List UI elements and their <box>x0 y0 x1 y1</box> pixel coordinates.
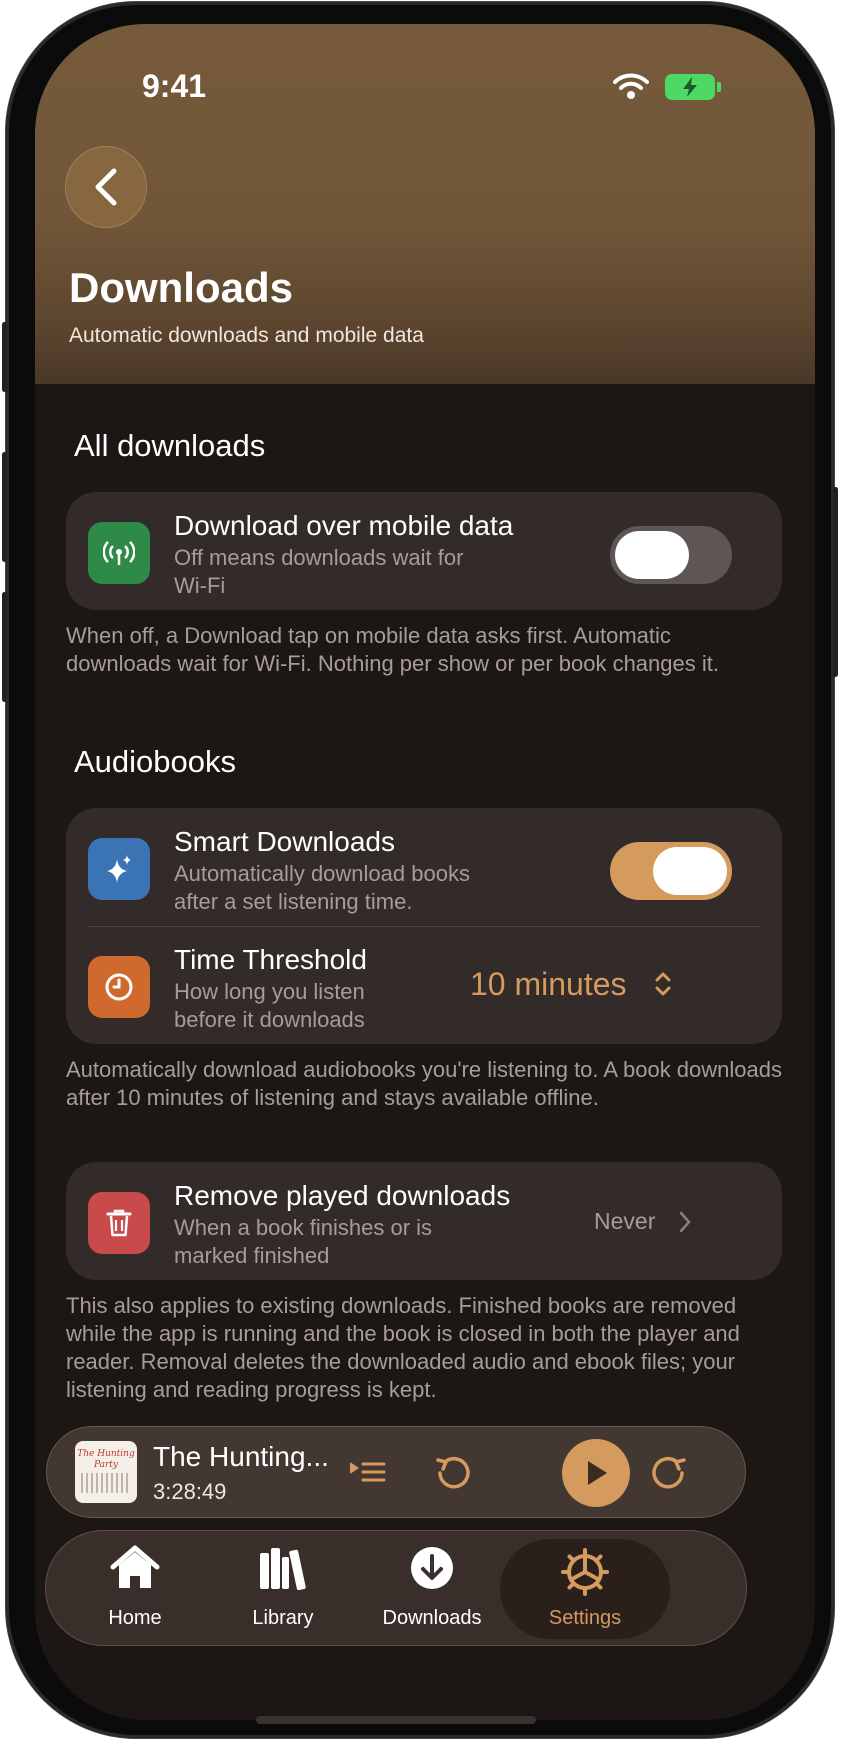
remove-played-card: Remove played downloads When a book fini… <box>66 1162 782 1280</box>
wifi-icon <box>613 72 649 105</box>
antenna-icon <box>88 522 150 584</box>
remove-played-title: Remove played downloads <box>174 1180 511 1211</box>
tab-library[interactable]: Library <box>208 1531 358 1647</box>
chevron-up-down-icon <box>654 970 672 1003</box>
home-indicator <box>256 1716 536 1724</box>
chevron-left-icon <box>95 168 117 206</box>
time-threshold-value[interactable]: 10 minutes <box>470 966 627 1003</box>
remove-played-footnote: This also applies to existing downloads.… <box>66 1293 740 1402</box>
time-threshold-title: Time Threshold <box>174 944 367 975</box>
section-heading-audiobooks: Audiobooks <box>74 744 237 779</box>
time-threshold-row[interactable]: Time Threshold How long you listen befor… <box>66 926 782 1044</box>
volume-up-button <box>2 452 7 562</box>
now-playing-title: The Hunting... <box>153 1441 329 1472</box>
library-icon <box>260 1548 306 1591</box>
power-button <box>833 487 838 677</box>
page-title: Downloads <box>69 264 294 311</box>
tab-home[interactable]: Home <box>60 1531 210 1647</box>
audiobooks-card: Smart Downloads Automatically download b… <box>66 808 782 1044</box>
mini-player[interactable]: The Hunting Party The Hunting... 3:28:49 <box>46 1426 746 1518</box>
tab-label-library: Library <box>252 1607 314 1629</box>
remove-played-row[interactable]: Remove played downloads When a book fini… <box>66 1162 782 1280</box>
gear-icon <box>561 1548 609 1596</box>
action-button <box>2 322 7 392</box>
mobile-data-card: Download over mobile data Off means down… <box>66 492 782 610</box>
trash-icon <box>88 1192 150 1254</box>
fast-forward-icon <box>652 1456 686 1489</box>
queue-icon <box>350 1462 386 1482</box>
tab-label-home: Home <box>108 1607 162 1629</box>
smart-downloads-toggle[interactable] <box>610 842 732 900</box>
mobile-data-title: Download over mobile data <box>174 510 514 541</box>
now-playing-time: 3:28:49 <box>153 1479 227 1504</box>
status-time: 9:41 <box>142 68 207 104</box>
remove-played-subtitle: When a book finishes or is marked finish… <box>174 1215 433 1268</box>
play-icon <box>588 1461 607 1485</box>
sparkles-icon <box>88 838 150 900</box>
cover-title: The Hunting Party <box>77 1449 135 1470</box>
mobile-data-row[interactable]: Download over mobile data Off means down… <box>66 492 782 610</box>
skip-forward-button[interactable] <box>645 1449 693 1497</box>
remove-played-value: Never <box>594 1208 656 1234</box>
back-button[interactable] <box>65 146 147 228</box>
smart-downloads-subtitle: Automatically download books after a set… <box>174 861 470 914</box>
smart-downloads-row[interactable]: Smart Downloads Automatically download b… <box>66 808 782 926</box>
tab-settings[interactable]: Settings <box>500 1539 670 1639</box>
download-icon <box>411 1547 453 1589</box>
tab-label-downloads: Downloads <box>382 1607 482 1629</box>
queue-button[interactable] <box>347 1453 387 1493</box>
time-threshold-subtitle: How long you listen before it downloads <box>174 979 365 1032</box>
mobile-data-subtitle: Off means downloads wait for Wi-Fi <box>174 545 464 598</box>
skip-back-button[interactable] <box>429 1449 477 1497</box>
battery-charging-icon <box>665 74 721 100</box>
page-subtitle: Automatic downloads and mobile data <box>69 324 424 347</box>
rewind-icon <box>436 1456 470 1489</box>
tab-downloads[interactable]: Downloads <box>357 1531 507 1647</box>
home-icon <box>110 1545 160 1588</box>
all-downloads-footnote: When off, a Download tap on mobile data … <box>66 623 719 676</box>
phone-frame: 9:41 Downloads Automatic downloads and m… <box>2 2 838 1738</box>
section-heading-all-downloads: All downloads <box>74 428 266 463</box>
audiobooks-footnote: Automatically download audiobooks you're… <box>66 1057 782 1110</box>
tab-label-settings: Settings <box>548 1607 622 1629</box>
clock-icon <box>88 956 150 1018</box>
play-button[interactable] <box>562 1439 630 1507</box>
chevron-right-icon <box>678 1210 692 1239</box>
smart-downloads-title: Smart Downloads <box>174 826 395 857</box>
header: 9:41 Downloads Automatic downloads and m… <box>35 24 815 384</box>
mobile-data-toggle[interactable] <box>610 526 732 584</box>
book-cover[interactable]: The Hunting Party <box>75 1441 137 1503</box>
volume-down-button <box>2 592 7 702</box>
tab-bar: Home Library Downloads Settings <box>45 1530 747 1646</box>
